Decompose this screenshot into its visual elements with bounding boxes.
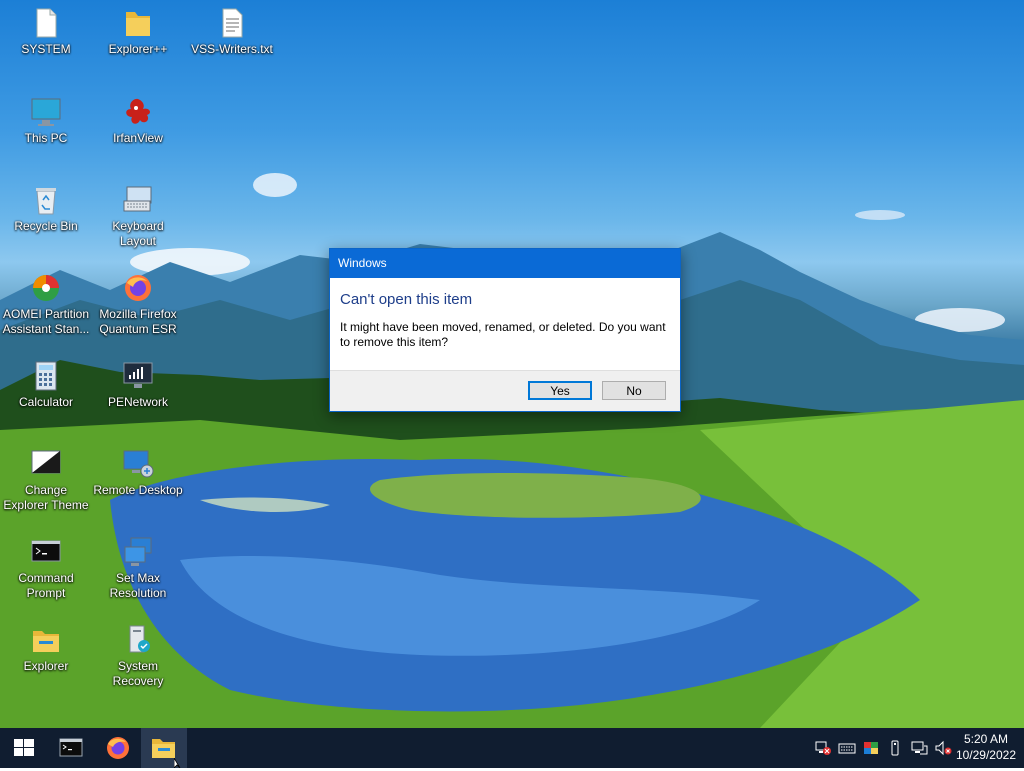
dialog-heading: Can't open this item	[340, 291, 473, 308]
remote-desktop-icon	[121, 447, 155, 481]
desktop-icon-label: Command Prompt	[18, 571, 74, 600]
desktop-icon-aomei[interactable]: AOMEI Partition Assistant Stan...	[1, 271, 91, 337]
desktop-icon-calculator[interactable]: Calculator	[1, 359, 91, 410]
yes-button[interactable]: Yes	[528, 381, 592, 400]
desktop-icon-explorer[interactable]: Explorer	[1, 623, 91, 674]
dialog-message: It might have been moved, renamed, or de…	[340, 320, 666, 349]
taskbar-firefox[interactable]	[95, 728, 141, 768]
desktop-icon-this-pc[interactable]: This PC	[1, 95, 91, 146]
desktop-icon-label: This PC	[24, 131, 68, 145]
firefox-icon	[121, 271, 155, 305]
clock-time: 5:20 AM	[963, 732, 1008, 746]
aomei-icon	[29, 271, 63, 305]
desktop-icon-remote-desktop[interactable]: Remote Desktop	[93, 447, 183, 498]
irfanview-icon	[121, 95, 155, 129]
desktop-icon-label: Recycle Bin	[14, 219, 78, 233]
volume-muted-icon[interactable]	[934, 740, 952, 756]
desktop-icon-label: AOMEI Partition Assistant Stan...	[2, 307, 90, 336]
clock[interactable]: 5:20 AM 10/29/2022	[956, 731, 1016, 763]
network-icon[interactable]	[910, 740, 928, 756]
folder-icon	[121, 6, 155, 40]
desktop-icon-label: Change Explorer Theme	[3, 483, 89, 512]
desktop-icon-set-max-resolution[interactable]: Set Max Resolution	[93, 535, 183, 601]
desktop-icon-command-prompt[interactable]: Command Prompt	[1, 535, 91, 601]
dialog-footer: Yes No	[330, 370, 680, 411]
theme-icon	[29, 447, 63, 481]
usb-icon[interactable]	[886, 740, 904, 756]
color-icon[interactable]	[862, 740, 880, 756]
start-button[interactable]	[1, 728, 47, 768]
calculator-icon	[29, 359, 63, 393]
monitor-icon	[29, 95, 63, 129]
desktop-icon-change-explorer-theme[interactable]: Change Explorer Theme	[1, 447, 91, 513]
desktop-icon-firefox[interactable]: Mozilla Firefox Quantum ESR	[93, 271, 183, 337]
desktop-icon-system-recovery[interactable]: System Recovery	[93, 623, 183, 689]
system-recovery-icon	[121, 623, 155, 657]
desktop-icon-explorerpp[interactable]: Explorer++	[93, 6, 183, 57]
command-prompt-icon	[59, 738, 83, 757]
desktop-icon-label: Set Max Resolution	[109, 571, 167, 600]
taskbar-command-prompt[interactable]	[48, 728, 94, 768]
clock-date: 10/29/2022	[955, 748, 1016, 762]
desktop-icon-label: Calculator	[18, 395, 74, 409]
desktop-icon-penetwork[interactable]: PENetwork	[93, 359, 183, 410]
mouse-pointer-icon	[174, 758, 181, 768]
desktop-icon-label: System Recovery	[112, 659, 164, 688]
desktop-icon-system[interactable]: SYSTEM	[1, 6, 91, 57]
desktop-icon-label: Explorer++	[108, 42, 168, 56]
network-icon	[121, 359, 155, 393]
desktop-icon-label: Keyboard Layout	[112, 219, 164, 248]
desktop-icon-label: IrfanView	[113, 131, 163, 145]
keyboard-layout-icon	[121, 183, 155, 217]
desktop-icon-irfanview[interactable]: IrfanView	[93, 95, 183, 146]
network-disconnected-icon[interactable]	[814, 740, 832, 756]
command-prompt-icon	[29, 535, 63, 569]
desktop-icon-vss-writers[interactable]: VSS-Writers.txt	[187, 6, 277, 57]
no-button[interactable]: No	[602, 381, 666, 400]
desktop-icon-label: Explorer	[23, 659, 69, 673]
dialog-title[interactable]: Windows	[330, 249, 680, 278]
cant-open-item-dialog: Windows Can't open this item It might ha…	[329, 248, 681, 412]
desktop-icon-label: Remote Desktop	[93, 483, 183, 497]
recycle-bin-icon	[29, 183, 63, 217]
desktop-icon-label: VSS-Writers.txt	[191, 42, 273, 56]
explorer-folder-icon	[29, 623, 63, 657]
text-file-icon	[215, 6, 249, 40]
desktop-icon-label: SYSTEM	[21, 42, 71, 56]
desktop-icon-label: Mozilla Firefox Quantum ESR	[99, 307, 177, 336]
resolution-icon	[121, 535, 155, 569]
desktop-icon-recycle-bin[interactable]: Recycle Bin	[1, 183, 91, 234]
desktop: SYSTEM Explorer++ VSS-Writers.txt This P…	[0, 0, 1024, 728]
taskbar: 5:20 AM 10/29/2022	[0, 728, 1024, 768]
desktop-icon-label: PENetwork	[107, 395, 169, 409]
firefox-icon	[107, 737, 129, 759]
windows-start-icon	[14, 739, 34, 756]
document-icon	[29, 6, 63, 40]
keyboard-icon[interactable]	[838, 740, 856, 756]
desktop-icon-keyboard-layout[interactable]: Keyboard Layout	[93, 183, 183, 249]
